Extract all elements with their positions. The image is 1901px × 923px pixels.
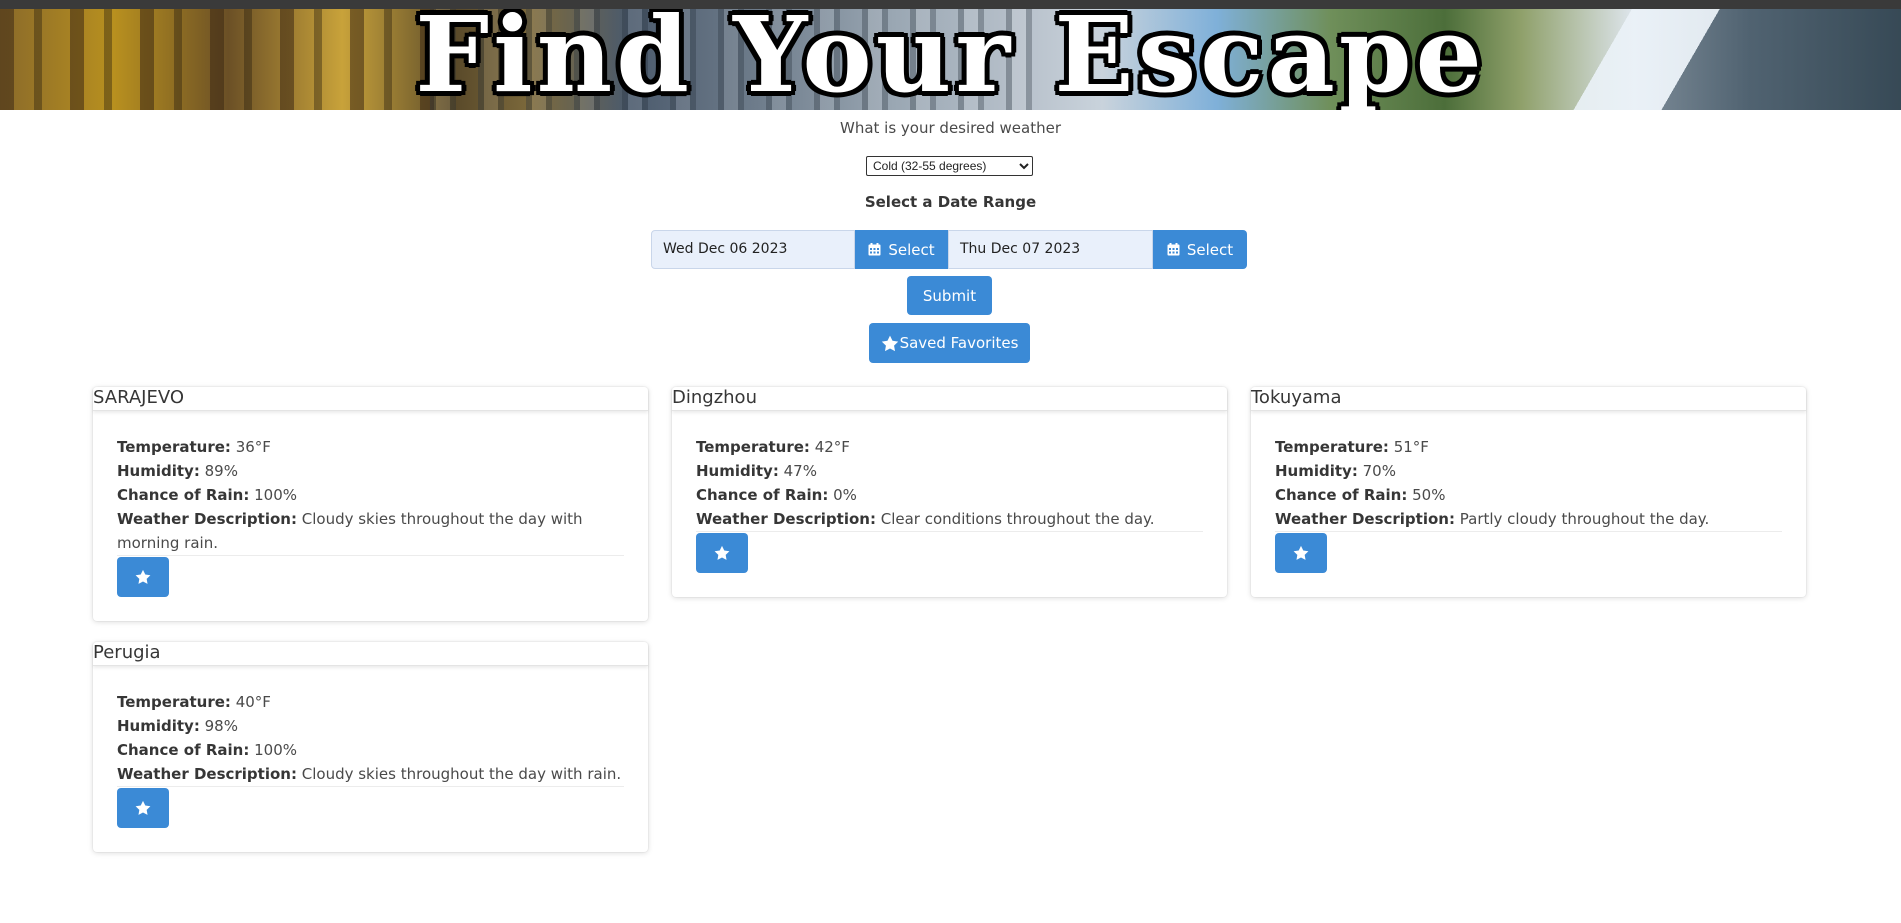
temperature-value: 36°F	[235, 438, 271, 456]
description-label: Weather Description:	[696, 510, 876, 528]
rain-label: Chance of Rain:	[117, 486, 250, 504]
start-date-select-button[interactable]: Select	[855, 230, 948, 269]
description-label: Weather Description:	[117, 765, 297, 783]
rain-value: 50%	[1412, 486, 1446, 504]
humidity-label: Humidity:	[1275, 462, 1358, 480]
humidity-label: Humidity:	[117, 717, 200, 735]
rain-value: 100%	[254, 741, 297, 759]
hero-banner: Find Your Escape	[0, 9, 1901, 110]
description-row: Weather Description: Clear conditions th…	[696, 507, 1203, 531]
humidity-row: Humidity: 47%	[696, 459, 1203, 483]
end-date-select-button[interactable]: Select	[1153, 230, 1247, 269]
star-icon	[135, 800, 151, 816]
city-name: Perugia	[93, 642, 648, 666]
description-label: Weather Description:	[1275, 510, 1455, 528]
humidity-label: Humidity:	[696, 462, 779, 480]
star-icon	[714, 545, 730, 561]
select-label: Select	[888, 240, 935, 259]
rain-row: Chance of Rain: 100%	[117, 738, 624, 762]
description-row: Weather Description: Cloudy skies throug…	[117, 762, 624, 786]
divider	[117, 555, 624, 556]
temperature-row: Temperature: 36°F	[117, 435, 624, 459]
temperature-row: Temperature: 51°F	[1275, 435, 1782, 459]
rain-row: Chance of Rain: 50%	[1275, 483, 1782, 507]
humidity-row: Humidity: 70%	[1275, 459, 1782, 483]
temperature-row: Temperature: 42°F	[696, 435, 1203, 459]
temperature-label: Temperature:	[117, 693, 231, 711]
city-card: SARAJEVO Temperature: 36°F Humidity: 89% Ch…	[93, 387, 648, 621]
temperature-value: 42°F	[814, 438, 850, 456]
card-body: Temperature: 36°F Humidity: 89% Chance of …	[93, 411, 648, 621]
start-date-field[interactable]: Wed Dec 06 2023	[651, 230, 855, 269]
temperature-value: 40°F	[235, 693, 271, 711]
humidity-row: Humidity: 89%	[117, 459, 624, 483]
rain-value: 100%	[254, 486, 297, 504]
humidity-value: 98%	[204, 717, 238, 735]
city-card: Dingzhou Temperature: 42°F Humidity: 47% Ch…	[672, 387, 1227, 597]
select-label: Select	[1186, 240, 1234, 259]
divider	[696, 531, 1203, 532]
city-name: Dingzhou	[672, 387, 1227, 411]
star-icon	[135, 569, 151, 585]
end-date-field[interactable]: Thu Dec 07 2023	[948, 230, 1153, 269]
weather-question: What is your desired weather	[840, 119, 1061, 137]
add-favorite-button[interactable]	[117, 788, 169, 828]
humidity-label: Humidity:	[117, 462, 200, 480]
city-name: SARAJEVO	[93, 387, 648, 411]
temperature-label: Temperature:	[1275, 438, 1389, 456]
city-card: Perugia Temperature: 40°F Humidity: 98% Cha…	[93, 642, 648, 852]
star-icon	[881, 335, 898, 351]
humidity-value: 70%	[1362, 462, 1396, 480]
temperature-row: Temperature: 40°F	[117, 690, 624, 714]
calendar-icon	[1167, 243, 1180, 256]
rain-value: 0%	[833, 486, 857, 504]
card-body: Temperature: 42°F Humidity: 47% Chance of …	[672, 411, 1227, 597]
rain-label: Chance of Rain:	[117, 741, 250, 759]
description-label: Weather Description:	[117, 510, 297, 528]
submit-button[interactable]: Submit	[907, 276, 992, 315]
add-favorite-button[interactable]	[117, 557, 169, 597]
rain-row: Chance of Rain: 0%	[696, 483, 1203, 507]
description-value: Partly cloudy throughout the day.	[1459, 510, 1710, 528]
humidity-value: 47%	[783, 462, 817, 480]
banner-title: Find Your Escape	[415, 9, 1486, 110]
weather-select[interactable]: Cold (32-55 degrees)	[866, 156, 1033, 176]
temperature-label: Temperature:	[696, 438, 810, 456]
add-favorite-button[interactable]	[1275, 533, 1327, 573]
description-row: Weather Description: Partly cloudy throu…	[1275, 507, 1782, 531]
calendar-icon	[868, 243, 881, 256]
add-favorite-button[interactable]	[696, 533, 748, 573]
description-value: Clear conditions throughout the day.	[880, 510, 1155, 528]
date-range-label: Select a Date Range	[864, 193, 1037, 211]
star-icon	[1293, 545, 1309, 561]
rain-label: Chance of Rain:	[1275, 486, 1408, 504]
rain-label: Chance of Rain:	[696, 486, 829, 504]
humidity-value: 89%	[204, 462, 238, 480]
temperature-value: 51°F	[1393, 438, 1429, 456]
saved-favorites-button[interactable]: Saved Favorites	[869, 323, 1030, 363]
description-row: Weather Description: Cloudy skies throug…	[117, 507, 624, 555]
card-body: Temperature: 51°F Humidity: 70% Chance of …	[1251, 411, 1806, 597]
city-name: Tokuyama	[1251, 387, 1806, 411]
rain-row: Chance of Rain: 100%	[117, 483, 624, 507]
city-card: Tokuyama Temperature: 51°F Humidity: 70% Ch…	[1251, 387, 1806, 597]
description-value: Cloudy skies throughout the day with rai…	[301, 765, 622, 783]
card-body: Temperature: 40°F Humidity: 98% Chance of …	[93, 666, 648, 852]
divider	[117, 786, 624, 787]
divider	[1275, 531, 1782, 532]
humidity-row: Humidity: 98%	[117, 714, 624, 738]
browser-top-strip	[0, 0, 1901, 9]
temperature-label: Temperature:	[117, 438, 231, 456]
saved-favorites-label: Saved Favorites	[899, 334, 1019, 352]
